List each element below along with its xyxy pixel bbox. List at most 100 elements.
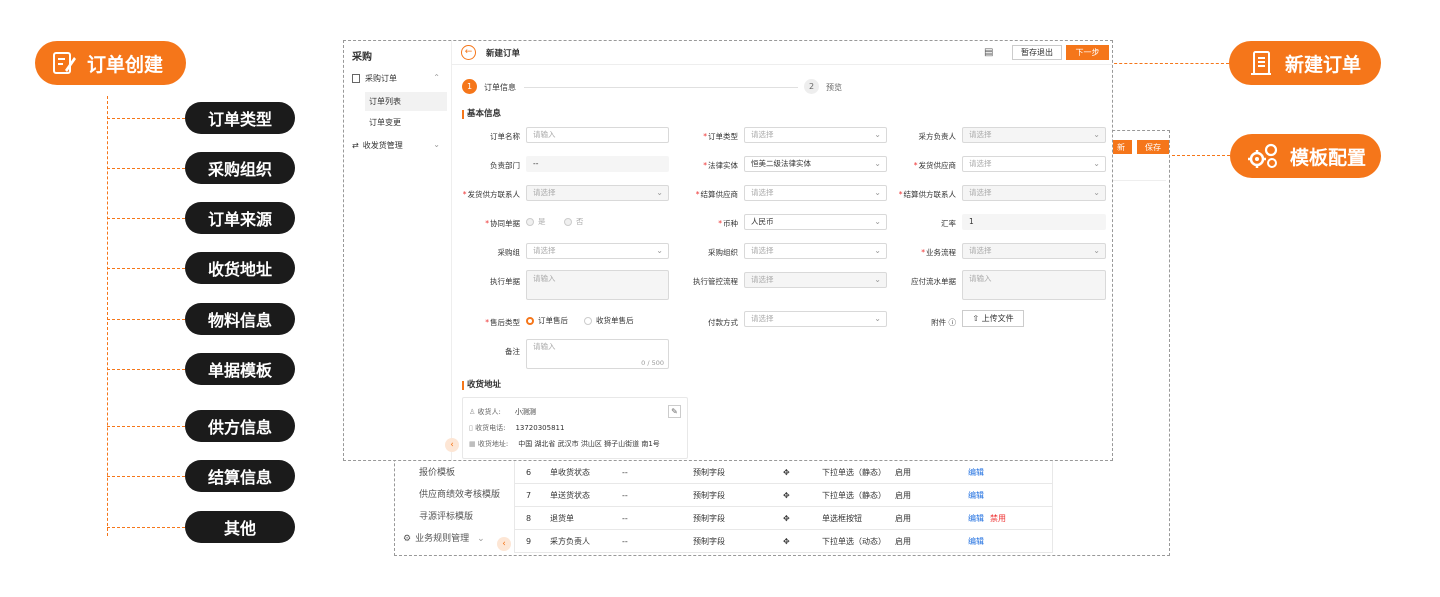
edit-link[interactable]: 编辑 — [968, 513, 984, 524]
sidebar-group-shipping[interactable]: ⇄ 收发货管理 ⌄ — [352, 140, 448, 151]
back-save-button[interactable]: 保存 — [1137, 140, 1169, 154]
row-placeholder: -- — [622, 513, 628, 523]
collapse-main-sidebar-button[interactable]: ‹ — [445, 438, 459, 452]
purchase-org-label: 采购组织 — [708, 248, 738, 257]
receiver-row: ♙ 收货人: 小测测 — [469, 407, 536, 417]
help-icon: ⓘ — [948, 318, 957, 327]
sidebar-title: 采购 — [352, 52, 372, 63]
ship-contact-placeholder: 请选择 — [533, 188, 556, 197]
remark-counter: 0 / 500 — [641, 359, 664, 367]
disable-link[interactable]: 禁用 — [990, 513, 1006, 524]
sidebar-group-purchase-order[interactable]: 采购订单 ⌃ — [352, 73, 448, 84]
drag-move-icon[interactable]: ✥ — [783, 537, 790, 546]
collapse-sidebar-button[interactable]: ‹ — [497, 537, 511, 551]
order-name-label: 订单名称 — [490, 132, 520, 141]
row-field-name: 单送货状态 — [550, 490, 590, 500]
back-sidebar-item[interactable]: 报价模板 — [397, 462, 507, 484]
radio-icon — [584, 317, 592, 325]
edit-address-icon[interactable]: ✎ — [668, 405, 681, 418]
back-new-button[interactable]: 新 — [1110, 140, 1132, 154]
purchaser-select[interactable]: 请选择 ⌄ — [962, 127, 1106, 143]
rate-input[interactable]: 1 — [962, 214, 1106, 230]
exec-control-placeholder: 请选择 — [751, 275, 774, 284]
sidebar-item-order-list[interactable]: 订单列表 — [365, 92, 447, 111]
edit-link[interactable]: 编辑 — [968, 490, 984, 501]
callout-item: 收货地址 — [185, 252, 295, 284]
edit-link[interactable]: 编辑 — [968, 536, 984, 547]
row-placeholder: -- — [622, 490, 628, 500]
row-control-type: 下拉单选（静态） — [822, 467, 886, 477]
row-state: 启用 — [895, 467, 911, 477]
back-sidebar-item-rules[interactable]: ⚙ 业务规则管理 ⌄ — [397, 528, 507, 550]
ship-supplier-placeholder: 请选择 — [969, 159, 992, 168]
back-sidebar-item[interactable]: 寻源评标模版 — [397, 506, 507, 528]
row-number: 9 — [526, 536, 532, 546]
settle-supplier-select[interactable]: 请选择 ⌄ — [744, 185, 887, 201]
radio-icon — [564, 218, 572, 226]
callout-item: 订单类型 — [185, 102, 295, 134]
next-step-button[interactable]: 下一步 — [1066, 45, 1109, 60]
callout-branch — [107, 168, 185, 169]
purchase-org-placeholder: 请选择 — [751, 246, 774, 255]
legal-entity-select[interactable]: 恒美二级法律实体 ⌄ — [744, 156, 887, 172]
back-arrow-icon[interactable]: ← — [461, 45, 476, 60]
chevron-down-icon: ⌄ — [656, 188, 663, 197]
callout-trunk — [107, 96, 108, 536]
table-view-icon[interactable]: ▤ — [984, 47, 993, 58]
remark-textarea[interactable]: 请输入 0 / 500 — [526, 339, 669, 369]
purchase-group-label: 采购组 — [497, 248, 521, 257]
biz-flow-select[interactable]: 请选择 ⌄ — [962, 243, 1106, 259]
row-field-kind: 预制字段 — [693, 467, 725, 477]
back-sidebar-item[interactable]: 供应商绩效考核模版 — [397, 484, 507, 506]
purchase-group-select[interactable]: 请选择 ⌄ — [526, 243, 669, 259]
purchase-group-placeholder: 请选择 — [533, 246, 556, 255]
after-sale-order-radio[interactable]: 订单售后 — [526, 315, 568, 326]
remark-placeholder: 请输入 — [533, 342, 556, 351]
order-name-input[interactable]: 请输入 — [526, 127, 669, 143]
drag-move-icon[interactable]: ✥ — [783, 468, 790, 477]
edit-link[interactable]: 编辑 — [968, 467, 984, 478]
ship-contact-select[interactable]: 请选择 ⌄ — [526, 185, 669, 201]
settle-supplier-label: *结算供应商 — [695, 190, 738, 199]
row-control-type: 下拉单选（动态） — [822, 536, 886, 546]
page-header: ← 新建订单 ▤ 暂存退出 下一步 — [452, 41, 1112, 65]
currency-select[interactable]: 人民币 ⌄ — [744, 214, 887, 230]
callout-item: 结算信息 — [185, 460, 295, 492]
upload-file-button[interactable]: ⇧ 上传文件 — [962, 310, 1024, 327]
payable-doc-input[interactable]: 请输入 — [962, 270, 1106, 300]
exec-doc-input[interactable]: 请输入 — [526, 270, 669, 300]
sidebar-item-order-change[interactable]: 订单变更 — [365, 113, 447, 132]
gears-icon — [1246, 141, 1282, 171]
currency-value: 人民币 — [751, 217, 774, 226]
collab-yes-radio[interactable]: 是 — [526, 216, 546, 227]
save-exit-button[interactable]: 暂存退出 — [1012, 45, 1062, 60]
callout-item: 物料信息 — [185, 303, 295, 335]
table-row: 7 单送货状态 -- 预制字段 下拉单选（静态） 启用 ✥ 编辑 — [515, 484, 1052, 507]
settle-contact-label: *结算供方联系人 — [898, 190, 956, 199]
settle-contact-select[interactable]: 请选择 ⌄ — [962, 185, 1106, 201]
purchase-org-select[interactable]: 请选择 ⌄ — [744, 243, 887, 259]
collab-no-radio[interactable]: 否 — [564, 216, 584, 227]
exec-control-select[interactable]: 请选择 ⌄ — [744, 272, 887, 288]
row-field-name: 退货单 — [550, 513, 574, 523]
ship-supplier-select[interactable]: 请选择 ⌄ — [962, 156, 1106, 172]
dept-input[interactable]: -- — [526, 156, 669, 172]
radio-icon — [526, 218, 534, 226]
order-type-select[interactable]: 请选择 ⌄ — [744, 127, 887, 143]
drag-move-icon[interactable]: ✥ — [783, 514, 790, 523]
sidebar-group-label: 收发货管理 — [362, 141, 403, 150]
payment-select[interactable]: 请选择 ⌄ — [744, 311, 887, 327]
drag-move-icon[interactable]: ✥ — [783, 491, 790, 500]
callout-branch — [107, 476, 185, 477]
receiver-value: 小测测 — [514, 408, 536, 416]
chevron-down-icon: ⌄ — [874, 246, 881, 255]
step-2-label: 预览 — [826, 83, 842, 92]
chevron-down-icon: ⌄ — [874, 159, 881, 168]
chevron-down-icon: ⌄ — [874, 130, 881, 139]
chevron-down-icon: ⌄ — [1093, 130, 1100, 139]
new-order-window: 采购 采购订单 ⌃ 订单列表 订单变更 ⇄ 收发货管理 ⌄ ‹ ← 新建订单 ▤ … — [343, 40, 1113, 461]
row-state: 启用 — [895, 490, 911, 500]
after-sale-receipt-radio[interactable]: 收货单售后 — [584, 315, 634, 326]
main-sidebar: 采购 采购订单 ⌃ 订单列表 订单变更 ⇄ 收发货管理 ⌄ ‹ — [344, 41, 459, 460]
rate-label: 汇率 — [941, 219, 956, 228]
